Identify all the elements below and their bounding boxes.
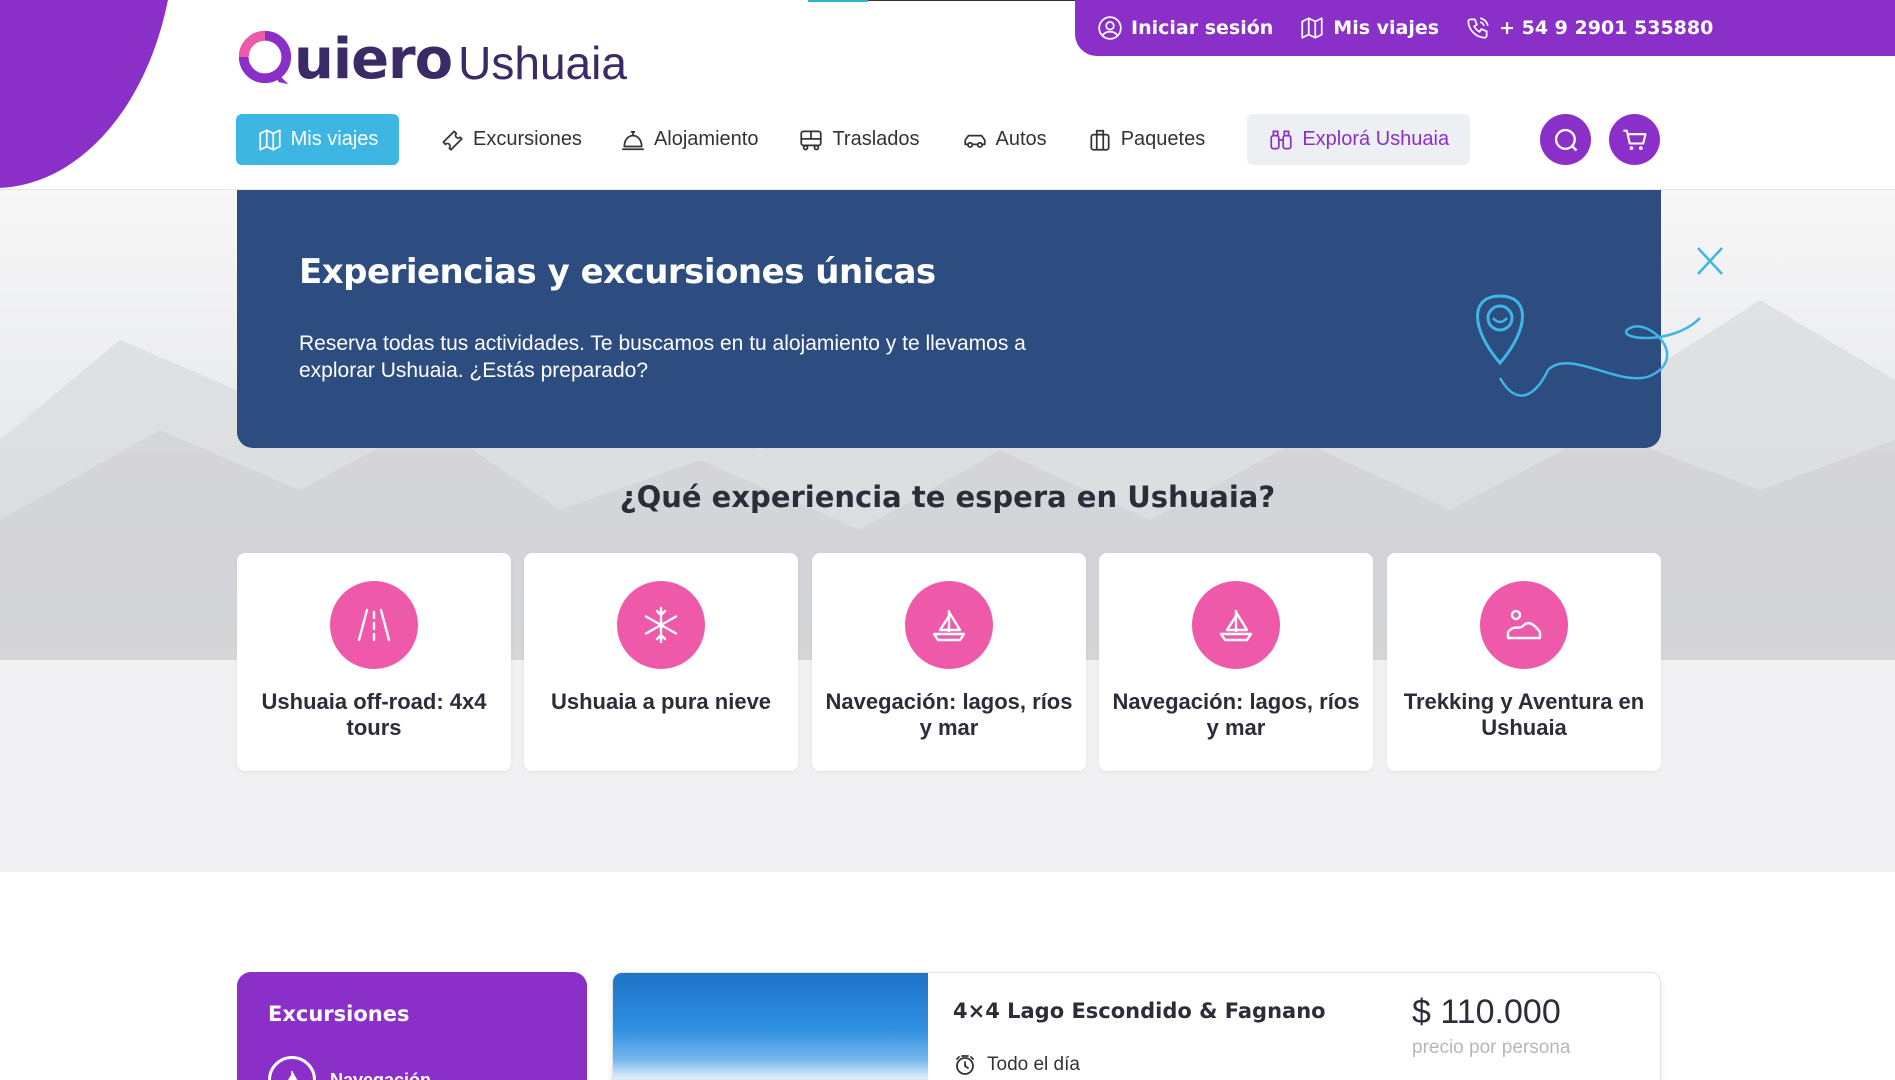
logo-word-ushuaia: Ushuaia: [458, 37, 627, 89]
nav-excursiones[interactable]: Excursiones: [439, 127, 582, 153]
filter-icon-circle: [268, 1056, 316, 1080]
sailboat-icon: [287, 1071, 298, 1080]
banner-title: Experiencias y excursiones únicas: [299, 252, 936, 292]
car-icon: [963, 134, 986, 148]
login-link[interactable]: Iniciar sesión: [1097, 15, 1273, 41]
experience-carousel: Ushuaia off-road: 4x4 tours Ushuaia a pu…: [237, 553, 1661, 771]
map-icon: [258, 128, 281, 151]
product-price-note: precio por persona: [1412, 1037, 1571, 1058]
banner-text: Reserva todas tus actividades. Te buscam…: [299, 332, 1026, 382]
card-label: Trekking y Aventura en Ushuaia: [1403, 689, 1645, 740]
experiences-heading: ¿Qué experiencia te espera en Ushuaia?: [619, 480, 1276, 514]
nav-autos[interactable]: Autos: [962, 127, 1047, 153]
map-icon: [1301, 17, 1323, 39]
card-icon-circle: [617, 581, 705, 669]
map-pin-route-illustration: [1476, 247, 1723, 397]
login-label: Iniciar sesión: [1131, 17, 1274, 39]
top-accent-line: [808, 0, 868, 2]
bell-icon: [622, 130, 644, 150]
logo-word-quiero: uiero: [294, 27, 453, 92]
nav-alojamiento-label: Alojamiento: [653, 128, 759, 150]
sailboat-icon: [932, 610, 966, 642]
card-icon-circle: [330, 581, 418, 669]
road-icon: [357, 608, 391, 642]
nav-explore-label: Explorá Ushuaia: [1302, 128, 1450, 150]
page: Experiencias y excursiones únicas Reserv…: [0, 0, 1895, 1080]
card-icon-circle: [1192, 581, 1280, 669]
product-duration-label: Todo el día: [987, 1054, 1080, 1075]
phone-link[interactable]: + 54 9 2901 535880: [1465, 15, 1713, 41]
product-image: [613, 973, 928, 1080]
cart-button[interactable]: [1609, 114, 1660, 165]
clock-icon: [956, 1055, 974, 1075]
main-nav: Mis viajes Excursiones Alojamiento Trasl…: [236, 114, 1471, 165]
search-button[interactable]: [1540, 114, 1591, 165]
card-icon-circle: [1480, 581, 1568, 669]
site-logo[interactable]: uiero Ushuaia: [236, 26, 627, 88]
trips-label: Mis viajes: [1333, 17, 1440, 39]
experience-card[interactable]: Trekking y Aventura en Ushuaia: [1387, 553, 1661, 771]
header-divider: [0, 189, 1895, 190]
logo-q-icon: [238, 30, 292, 85]
snowflake-icon: [644, 606, 678, 644]
product-title[interactable]: 4×4 Lago Escondido & Fagnano: [953, 999, 1326, 1023]
experience-card[interactable]: Ushuaia a pura nieve: [524, 553, 798, 771]
nav-traslados-label: Traslados: [832, 128, 920, 150]
trips-link[interactable]: Mis viajes: [1299, 15, 1439, 41]
nav-paquetes[interactable]: Paquetes: [1087, 127, 1206, 153]
product-card[interactable]: 4×4 Lago Escondido & Fagnano Todo el día…: [612, 972, 1661, 1080]
user-circle-icon: [1098, 16, 1122, 40]
filter-panel: Excursiones Navegación: [237, 972, 587, 1080]
nav-paquetes-label: Paquetes: [1120, 128, 1206, 150]
filter-item-navegacion[interactable]: Navegación: [268, 1056, 431, 1080]
nav-mis-viajes-button[interactable]: Mis viajes: [236, 114, 399, 165]
card-label: Ushuaia off-road: 4x4 tours: [261, 689, 487, 740]
corner-decoration: [0, 0, 175, 188]
filter-title: Excursiones: [268, 1002, 410, 1026]
product-duration: Todo el día: [953, 1053, 1080, 1077]
binoculars-icon: [1270, 129, 1292, 150]
experience-card[interactable]: Ushuaia off-road: 4x4 tours: [237, 553, 511, 771]
top-bar: Iniciar sesión Mis viajes + 54 9 2901 53…: [1075, 0, 1895, 56]
cart-icon: [1622, 129, 1647, 150]
product-price: $ 110.000: [1412, 993, 1561, 1031]
nav-mis-viajes-label: Mis viajes: [290, 128, 379, 150]
card-label: Navegación: lagos, ríos y mar: [1112, 689, 1360, 740]
landscape-icon: [1506, 609, 1542, 640]
hero-banner: Experiencias y excursiones únicas Reserv…: [237, 190, 1661, 448]
phone-label: + 54 9 2901 535880: [1499, 17, 1714, 39]
bus-icon: [800, 129, 823, 150]
nav-autos-label: Autos: [995, 128, 1047, 150]
sailboat-icon: [1219, 610, 1253, 642]
nav-traslados[interactable]: Traslados: [798, 127, 920, 153]
top-divider-line: [868, 0, 1078, 1]
card-icon-circle: [905, 581, 993, 669]
phone-icon: [1467, 17, 1489, 39]
card-label: Ushuaia a pura nieve: [550, 689, 772, 714]
nav-alojamiento[interactable]: Alojamiento: [620, 127, 759, 153]
luggage-icon: [1090, 129, 1110, 151]
nav-explore-button[interactable]: Explorá Ushuaia: [1247, 114, 1471, 165]
nav-excursiones-label: Excursiones: [473, 128, 582, 150]
ticket-icon: [442, 129, 463, 151]
search-icon: [1554, 128, 1577, 151]
card-label: Navegación: lagos, ríos y mar: [825, 689, 1073, 740]
experience-card[interactable]: Navegación: lagos, ríos y mar: [812, 553, 1086, 771]
filter-item-label: Navegación: [330, 1069, 432, 1080]
experience-card[interactable]: Navegación: lagos, ríos y mar: [1099, 553, 1373, 771]
